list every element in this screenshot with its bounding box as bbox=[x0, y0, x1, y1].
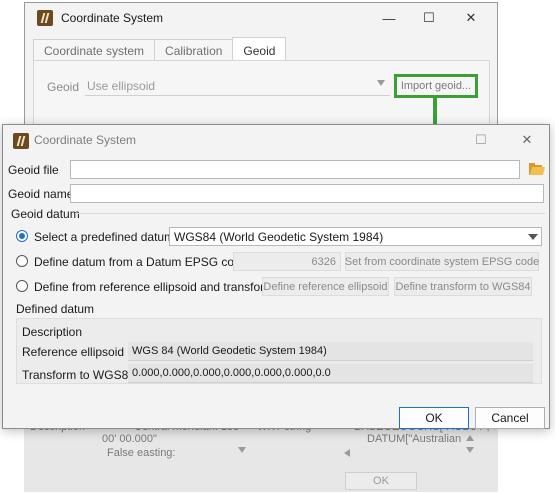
transform-value: 0.000,0.000,0.000,0.000,0.000,0.000,0.0 bbox=[128, 364, 533, 383]
maximize-icon[interactable]: ☐ bbox=[463, 125, 499, 155]
geoid-name-label: Geoid name bbox=[8, 187, 74, 201]
close-icon[interactable]: ✕ bbox=[453, 3, 489, 33]
wkt-line-2: DATUM["Australian bbox=[367, 433, 462, 445]
radio-ellipsoid-transform[interactable] bbox=[16, 280, 28, 292]
tab-geoid[interactable]: Geoid bbox=[232, 37, 287, 61]
geoid-datum-group-label: Geoid datum bbox=[11, 207, 80, 221]
define-ellipsoid-button[interactable]: Define reference ellipsoid bbox=[262, 277, 389, 296]
description-label: Description bbox=[22, 325, 83, 339]
epsg-code-field[interactable]: 6326 bbox=[233, 252, 341, 271]
app-logo-icon bbox=[37, 10, 53, 26]
geoid-file-field[interactable] bbox=[70, 160, 520, 179]
cancel-button[interactable]: Cancel bbox=[475, 407, 545, 429]
group-divider bbox=[75, 213, 545, 214]
set-from-epsg-button[interactable]: Set from coordinate system EPSG code bbox=[345, 252, 539, 271]
maximize-icon[interactable]: ☐ bbox=[411, 3, 447, 33]
app-logo-icon bbox=[13, 133, 29, 149]
transform-label: Transform to WGS84 bbox=[22, 368, 135, 382]
background-titlebar: Coordinate System — ☐ ✕ bbox=[25, 3, 497, 33]
dialog-title: Coordinate System bbox=[34, 133, 137, 147]
background-bottom-panel: Description Central meridian: 133 00' 00… bbox=[24, 421, 498, 492]
defined-datum-label: Defined datum bbox=[16, 302, 95, 316]
reference-ellipsoid-label: Reference ellipsoid bbox=[22, 345, 125, 359]
coordinate-system-dialog: Coordinate System ☐ ✕ Geoid file Geoid n… bbox=[2, 124, 550, 429]
geoid-name-field[interactable] bbox=[70, 184, 544, 203]
geoid-select[interactable]: Use ellipsoid bbox=[85, 77, 390, 96]
background-window-title: Coordinate System bbox=[61, 11, 164, 25]
folder-open-icon[interactable] bbox=[529, 163, 546, 175]
scroll-left-icon[interactable] bbox=[344, 449, 350, 457]
ellipsoid-transform-label[interactable]: Define from reference ellipsoid and tran… bbox=[34, 280, 274, 294]
background-ok-button[interactable]: OK bbox=[345, 472, 417, 490]
scroll-down-icon[interactable] bbox=[466, 447, 474, 453]
radio-predefined-datum[interactable] bbox=[16, 230, 28, 242]
tab-coordinate-system[interactable]: Coordinate system bbox=[33, 39, 156, 61]
minimize-icon[interactable]: — bbox=[371, 3, 407, 33]
scroll-down-icon[interactable] bbox=[238, 447, 246, 453]
defined-datum-panel: Description Reference ellipsoid WGS 84 (… bbox=[16, 318, 542, 384]
central-meridian-value: 00' 00.000" bbox=[102, 433, 157, 445]
false-easting-label: False easting: bbox=[107, 447, 176, 459]
predefined-datum-select[interactable]: WGS84 (World Geodetic System 1984) bbox=[169, 227, 542, 246]
geoid-label: Geoid bbox=[47, 80, 80, 94]
chevron-down-icon[interactable] bbox=[528, 234, 538, 240]
reference-ellipsoid-value: WGS 84 (World Geodetic System 1984) bbox=[128, 342, 533, 361]
geoid-file-label: Geoid file bbox=[8, 163, 59, 177]
tab-bar: Coordinate system Calibration Geoid bbox=[33, 37, 287, 61]
radio-epsg-datum[interactable] bbox=[16, 255, 28, 267]
chevron-down-icon bbox=[377, 80, 385, 86]
tab-calibration[interactable]: Calibration bbox=[154, 39, 234, 61]
scroll-up-icon[interactable] bbox=[466, 435, 474, 441]
epsg-datum-label[interactable]: Define datum from a Datum EPSG code bbox=[34, 255, 247, 269]
ok-button[interactable]: OK bbox=[399, 407, 469, 429]
define-transform-button[interactable]: Define transform to WGS84 bbox=[394, 277, 532, 296]
close-icon[interactable]: ✕ bbox=[509, 125, 545, 155]
predefined-datum-label[interactable]: Select a predefined datum bbox=[34, 230, 174, 244]
